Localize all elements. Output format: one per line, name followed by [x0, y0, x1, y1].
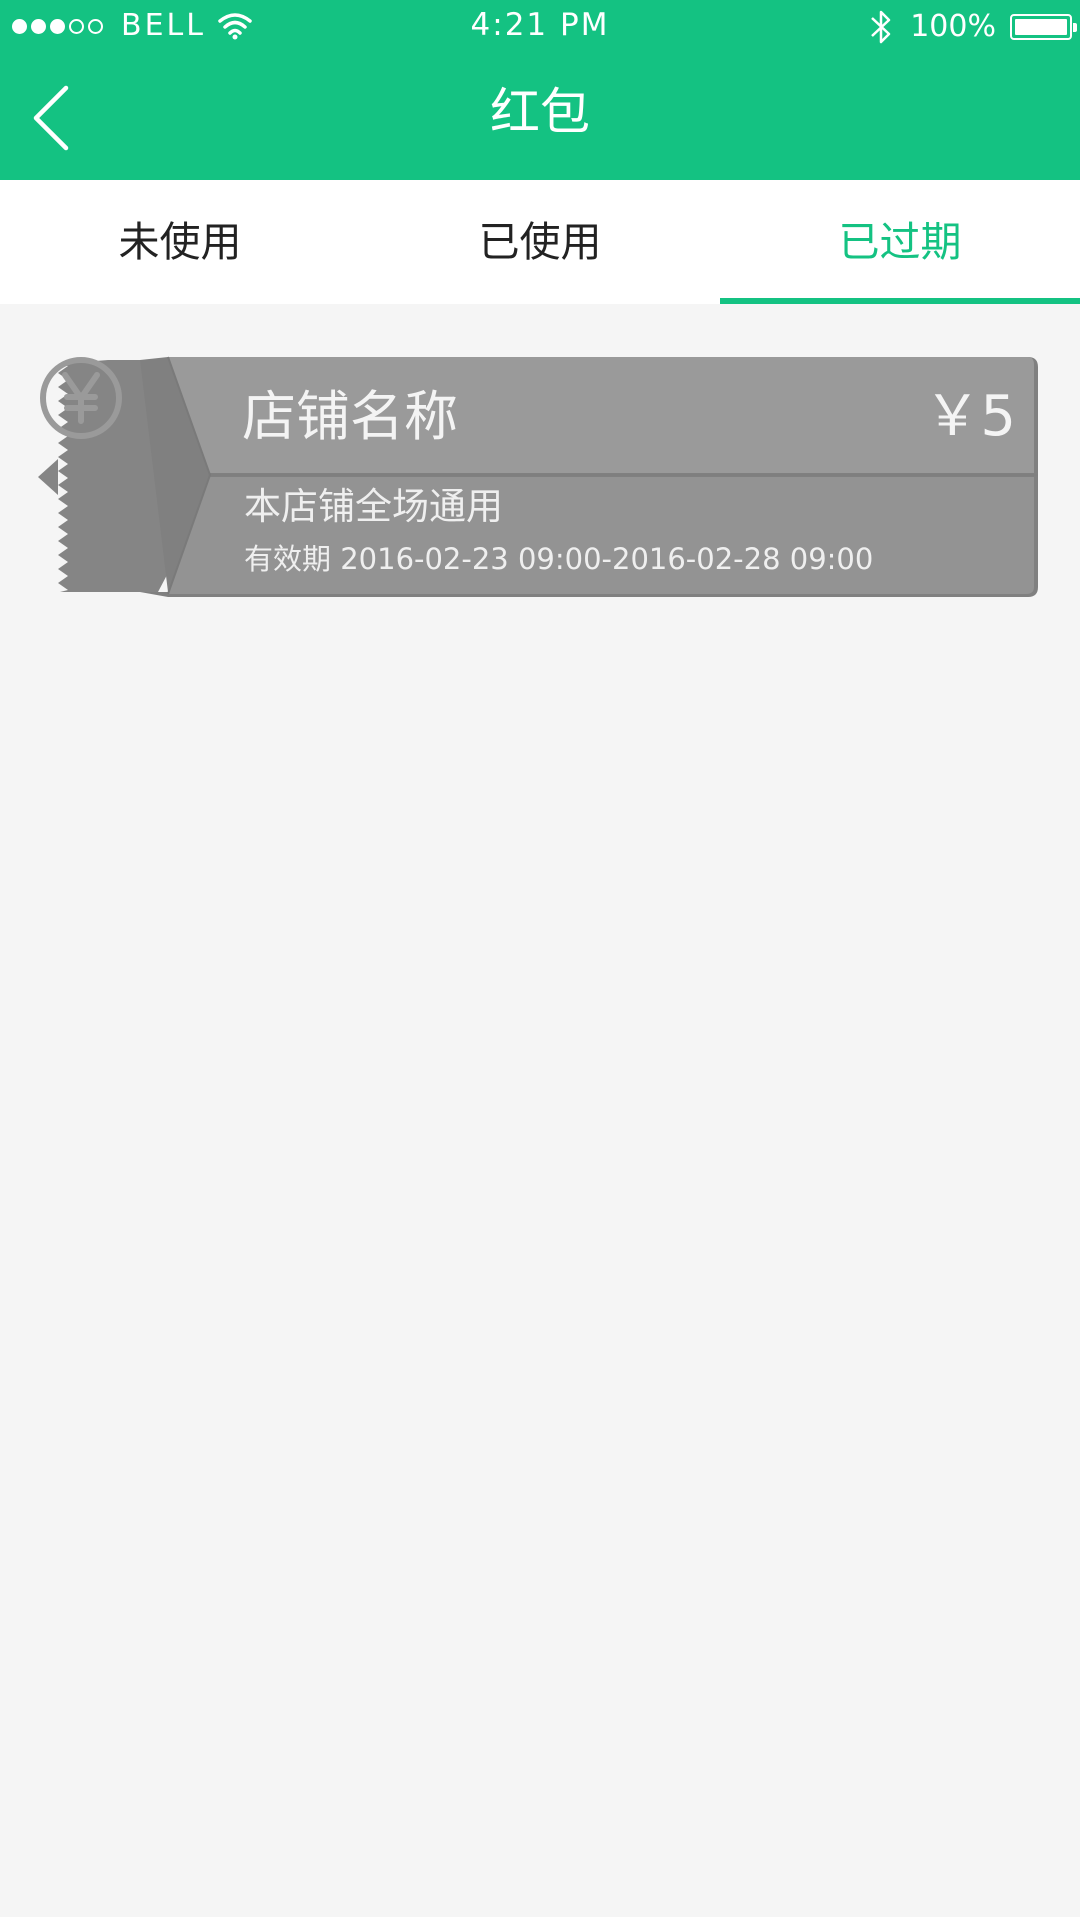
tab-used[interactable]: 已使用: [360, 180, 720, 304]
battery-icon: [1010, 14, 1077, 40]
bluetooth-icon: [871, 10, 891, 44]
coupon-validity: 有效期 2016-02-23 09:00-2016-02-28 09:00: [244, 542, 874, 576]
coupon-store-name: 店铺名称: [242, 385, 458, 448]
coupon-card[interactable]: 店铺名称 ￥5 本店铺全场通用 有效期 2016-02-23 09:00-201…: [38, 355, 1038, 600]
tab-active-indicator: [720, 298, 1080, 304]
battery-percent: 100%: [910, 9, 996, 44]
battery-fill: [1015, 19, 1067, 35]
coupon-scope: 本店铺全场通用: [244, 485, 503, 528]
status-bar: BELL 4:21 PM 100%: [0, 0, 1080, 52]
tab-unused[interactable]: 未使用: [0, 180, 360, 304]
yuan-coin-icon: [40, 357, 122, 439]
nav-bar: 红包: [0, 52, 1080, 180]
battery-nub: [1073, 23, 1077, 32]
tab-bar: 未使用 已使用 已过期: [0, 180, 1080, 304]
header: BELL 4:21 PM 100% 红包: [0, 0, 1080, 180]
status-right: 100%: [868, 8, 1077, 46]
coupon-amount: ￥5: [924, 384, 1016, 449]
tab-expired[interactable]: 已过期: [720, 180, 1080, 304]
page-title: 红包: [490, 83, 590, 141]
